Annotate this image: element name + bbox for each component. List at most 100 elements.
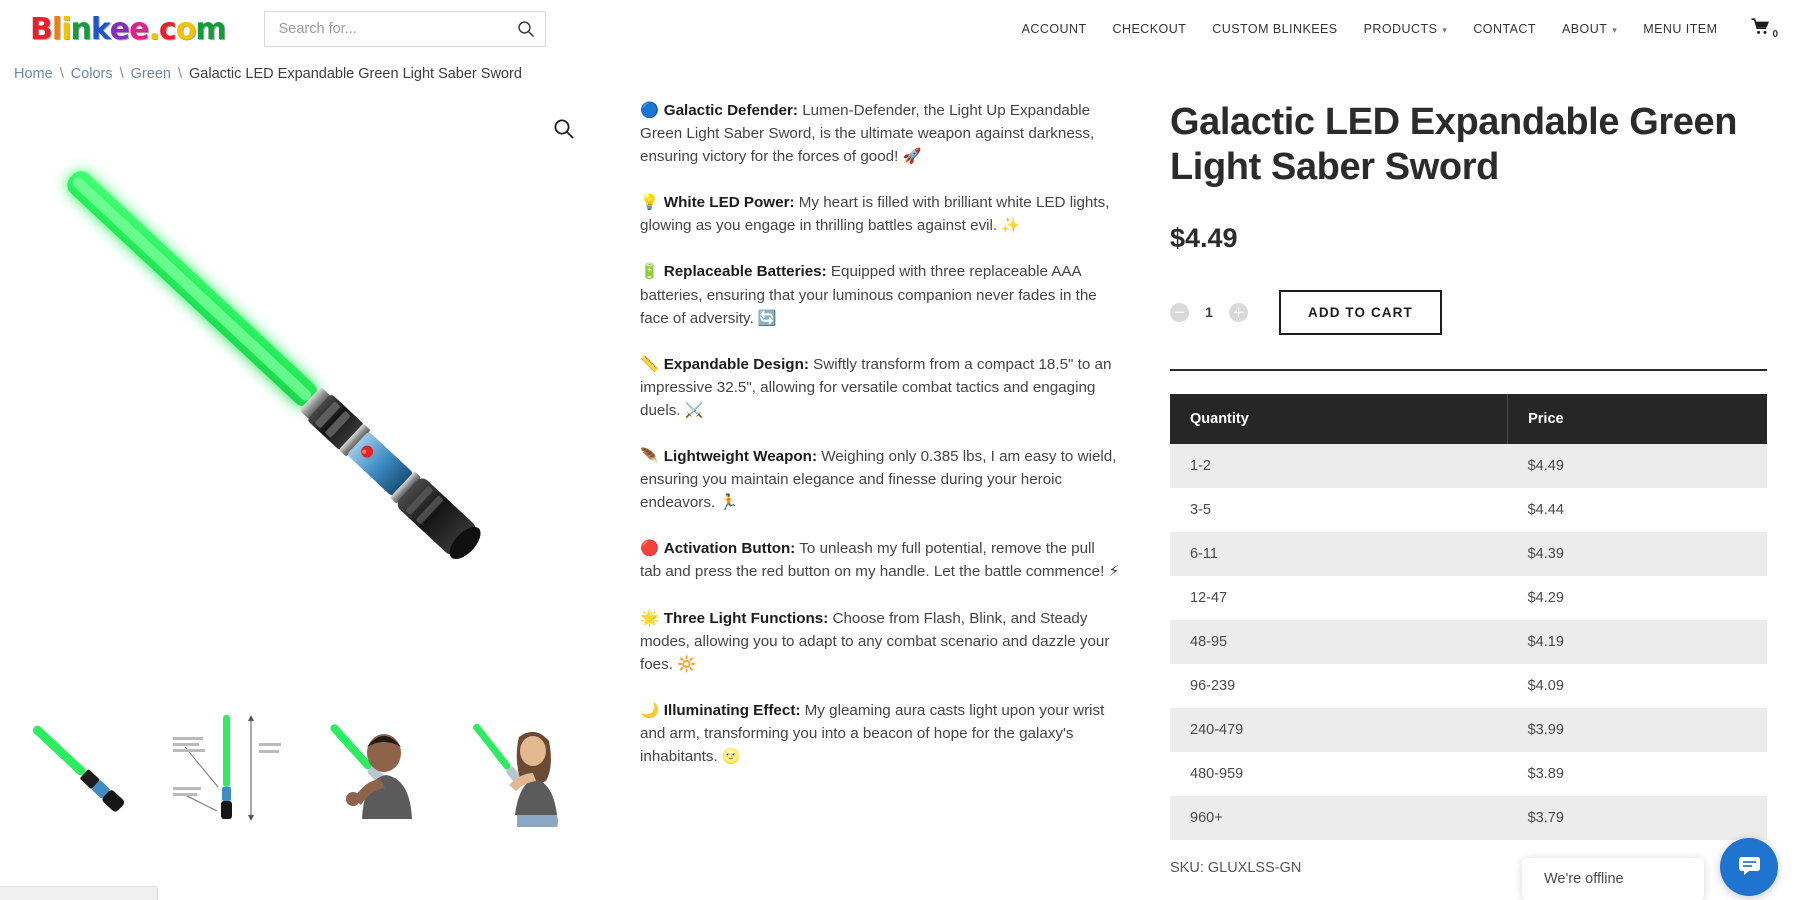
cell-quantity: 1-2 <box>1170 443 1508 488</box>
breadcrumb-item-home[interactable]: Home <box>14 66 53 82</box>
browser-status-strip <box>0 886 158 900</box>
description-tail-emoji-icon: ⚔️ <box>684 400 704 419</box>
description-lead-emoji-icon: 🌙 <box>640 700 664 719</box>
lightsaber-illustration <box>67 171 481 560</box>
table-row: 6-11 $4.39 <box>1170 531 1767 576</box>
site-header: Blinkee.com ACCOUNT CHECKOUT CUSTOM BLIN… <box>0 0 1800 58</box>
breadcrumb-current-page: Galactic LED Expandable Green Light Sabe… <box>189 66 522 82</box>
table-row: 480-959 $3.89 <box>1170 751 1767 796</box>
table-row: 3-5 $4.44 <box>1170 487 1767 532</box>
chat-launcher-button[interactable] <box>1720 838 1778 896</box>
breadcrumb-separator: \ <box>59 66 64 82</box>
column-header-quantity: Quantity <box>1170 393 1509 444</box>
thumbnail-strip <box>0 702 620 832</box>
description-lead-emoji-icon: 📏 <box>640 354 664 373</box>
page-viewport: Blinkee.com ACCOUNT CHECKOUT CUSTOM BLIN… <box>0 0 1800 900</box>
product-main-image[interactable] <box>0 92 620 702</box>
product-gallery <box>0 92 620 900</box>
breadcrumb-item-green[interactable]: Green <box>131 66 171 82</box>
cell-quantity: 240-479 <box>1170 707 1508 752</box>
search-icon[interactable] <box>517 20 535 38</box>
quantity-increase-button[interactable]: + <box>1229 302 1248 322</box>
description-title: Three Light Functions: <box>663 609 829 627</box>
thumbnail-dimensions-diagram[interactable] <box>155 707 300 827</box>
cell-price: $3.99 <box>1507 707 1767 752</box>
logo-letter-5: e <box>109 11 130 47</box>
description-title: Activation Button: <box>663 540 796 558</box>
description-tail-emoji-icon: ⚡ <box>1108 562 1120 581</box>
site-logo[interactable]: Blinkee.com <box>30 11 227 47</box>
nav-item-about[interactable]: ABOUT ▾ <box>1562 22 1617 36</box>
quantity-value[interactable]: 1 <box>1203 304 1215 320</box>
logo-letter-4: k <box>90 11 111 47</box>
page-title: Galactic LED Expandable Green Light Sabe… <box>1170 101 1738 188</box>
nav-item-account[interactable]: ACCOUNT <box>1022 22 1087 36</box>
purchase-controls: − 1 + ADD TO CART <box>1170 289 1767 335</box>
thumbnail-girl-model[interactable] <box>445 707 590 827</box>
thumbnail-boy-model[interactable] <box>300 707 445 827</box>
description-lead-emoji-icon: 💡 <box>640 193 664 212</box>
add-to-cart-button[interactable]: ADD TO CART <box>1279 289 1442 335</box>
thumbnail-saber-angled[interactable] <box>10 707 155 827</box>
shopping-cart-icon <box>1751 18 1770 40</box>
chat-message-icon <box>1736 851 1763 883</box>
description-block: 🪶 Lightweight Weapon: Weighing only 0.38… <box>640 445 1120 514</box>
cell-quantity: 96-239 <box>1170 663 1508 708</box>
cell-price: $3.79 <box>1507 795 1767 840</box>
description-lead-emoji-icon: 🔋 <box>640 262 664 281</box>
description-block: 💡 White LED Power: My heart is filled wi… <box>640 191 1120 237</box>
column-header-price: Price <box>1507 393 1767 444</box>
search-input[interactable] <box>278 21 517 37</box>
description-lead-emoji-icon: 🔵 <box>640 101 664 119</box>
quantity-stepper: − 1 + <box>1170 302 1248 322</box>
primary-navigation: ACCOUNT CHECKOUT CUSTOM BLINKEES PRODUCT… <box>1022 18 1778 40</box>
nav-item-contact[interactable]: CONTACT <box>1473 22 1536 36</box>
nav-item-custom-blinkees[interactable]: CUSTOM BLINKEES <box>1212 22 1337 36</box>
chevron-down-icon: ▾ <box>1612 24 1618 35</box>
nav-item-products[interactable]: PRODUCTS ▾ <box>1364 22 1448 36</box>
description-block: 🌟 Three Light Functions: Choose from Fla… <box>640 607 1120 676</box>
cell-price: $4.09 <box>1507 663 1767 708</box>
search-box[interactable] <box>263 11 546 47</box>
chevron-down-icon: ▾ <box>1442 24 1448 35</box>
logo-letter-10: m <box>195 11 226 47</box>
description-title: Lightweight Weapon: <box>663 448 818 466</box>
description-title: White LED Power: <box>663 194 795 212</box>
main-content: 🔵 Galactic Defender: Lumen-Defender, the… <box>0 92 1800 900</box>
nav-label: CUSTOM BLINKEES <box>1212 22 1338 36</box>
description-tail-emoji-icon: 🏃 <box>719 493 739 512</box>
table-row: 240-479 $3.99 <box>1170 707 1767 752</box>
cart-button[interactable]: 0 <box>1751 18 1778 40</box>
cell-quantity: 6-11 <box>1170 531 1508 576</box>
description-block: 🔵 Galactic Defender: Lumen-Defender, the… <box>640 99 1120 168</box>
cell-quantity: 48-95 <box>1170 619 1508 664</box>
description-tail-emoji-icon: 🚀 <box>902 147 922 166</box>
description-block: 🔋 Replaceable Batteries: Equipped with t… <box>640 260 1120 329</box>
table-row: 12-47 $4.29 <box>1170 575 1767 620</box>
logo-letter-9: o <box>175 11 197 47</box>
product-description: 🔵 Galactic Defender: Lumen-Defender, the… <box>620 92 1140 900</box>
description-lead-emoji-icon: 🪶 <box>640 447 664 466</box>
cell-price: $4.44 <box>1507 487 1767 532</box>
product-price: $4.49 <box>1170 222 1238 253</box>
table-row: 1-2 $4.49 <box>1170 443 1767 488</box>
nav-item-checkout[interactable]: CHECKOUT <box>1113 22 1187 36</box>
description-block: 🌙 Illuminating Effect: My gleaming aura … <box>640 699 1120 768</box>
logo-letter-2: i <box>61 11 71 47</box>
breadcrumb-separator: \ <box>177 66 182 82</box>
description-title: Illuminating Effect: <box>663 701 801 719</box>
chat-status-bubble[interactable]: We're offline <box>1522 858 1704 900</box>
description-block: 🔴 Activation Button: To unleash my full … <box>640 537 1120 583</box>
logo-letter-6: e <box>129 11 149 47</box>
nav-label: PRODUCTS <box>1363 22 1438 36</box>
nav-label: MENU ITEM <box>1643 22 1718 36</box>
breadcrumb-item-colors[interactable]: Colors <box>71 66 113 82</box>
cell-quantity: 960+ <box>1170 795 1508 840</box>
description-title: Expandable Design: <box>663 355 809 373</box>
cell-price: $4.29 <box>1507 575 1767 620</box>
nav-item-menu-item[interactable]: MENU ITEM <box>1643 22 1717 36</box>
logo-letter-7: . <box>148 11 160 47</box>
description-tail-emoji-icon: 🔄 <box>757 308 777 327</box>
cell-price: $3.89 <box>1507 751 1767 796</box>
quantity-decrease-button[interactable]: − <box>1170 302 1189 322</box>
